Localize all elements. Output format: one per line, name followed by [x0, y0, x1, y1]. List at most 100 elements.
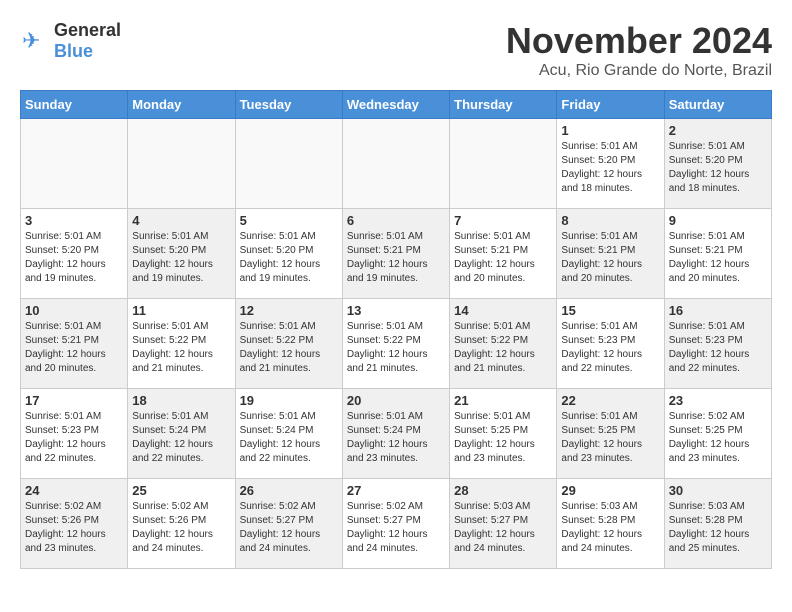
- table-row: 5 Sunrise: 5:01 AM Sunset: 5:20 PM Daylig…: [235, 209, 342, 299]
- table-row: 14 Sunrise: 5:01 AM Sunset: 5:22 PM Dayli…: [450, 299, 557, 389]
- table-row: [21, 119, 128, 209]
- table-row: 24Sunrise: 5:02 AM Sunset: 5:26 PM Dayli…: [21, 479, 128, 569]
- header-thursday: Thursday: [450, 91, 557, 119]
- day-number: 13: [347, 303, 445, 318]
- table-row: 19 Sunrise: 5:01 AM Sunset: 5:24 PM Dayli…: [235, 389, 342, 479]
- table-row: 1 Sunrise: 5:01 AM Sunset: 5:20 PM Daylig…: [557, 119, 664, 209]
- day-info: Sunrise: 5:01 AM Sunset: 5:21 PM Dayligh…: [25, 320, 123, 376]
- table-row: 7 Sunrise: 5:01 AM Sunset: 5:21 PM Daylig…: [450, 209, 557, 299]
- day-number: 7: [454, 213, 552, 228]
- table-row: [450, 119, 557, 209]
- table-row: 4 Sunrise: 5:01 AM Sunset: 5:20 PM Daylig…: [128, 209, 235, 299]
- table-row: [235, 119, 342, 209]
- table-row: 9Sunrise: 5:01 AM Sunset: 5:21 PM Daylig…: [664, 209, 771, 299]
- day-number: 15: [561, 303, 659, 318]
- day-info: Sunrise: 5:01 AM Sunset: 5:22 PM Dayligh…: [347, 320, 445, 376]
- day-info: Sunrise: 5:02 AM Sunset: 5:27 PM Dayligh…: [240, 500, 338, 556]
- table-row: 6Sunrise: 5:01 AM Sunset: 5:21 PM Daylig…: [342, 209, 449, 299]
- day-info: Sunrise: 5:02 AM Sunset: 5:26 PM Dayligh…: [25, 500, 123, 556]
- day-info: Sunrise: 5:02 AM Sunset: 5:27 PM Dayligh…: [347, 500, 445, 556]
- header-friday: Friday: [557, 91, 664, 119]
- day-info: Sunrise: 5:02 AM Sunset: 5:26 PM Dayligh…: [132, 500, 230, 556]
- day-info: Sunrise: 5:01 AM Sunset: 5:20 PM Dayligh…: [669, 140, 767, 196]
- day-info: Sunrise: 5:03 AM Sunset: 5:27 PM Dayligh…: [454, 500, 552, 556]
- day-info: Sunrise: 5:01 AM Sunset: 5:23 PM Dayligh…: [25, 410, 123, 466]
- day-info: Sunrise: 5:01 AM Sunset: 5:22 PM Dayligh…: [240, 320, 338, 376]
- day-info: Sunrise: 5:01 AM Sunset: 5:21 PM Dayligh…: [561, 230, 659, 286]
- title-section: November 2024 Acu, Rio Grande do Norte, …: [506, 20, 772, 80]
- table-row: 26 Sunrise: 5:02 AM Sunset: 5:27 PM Dayli…: [235, 479, 342, 569]
- week-row-1: 3Sunrise: 5:01 AM Sunset: 5:20 PM Daylig…: [21, 209, 772, 299]
- day-info: Sunrise: 5:01 AM Sunset: 5:20 PM Dayligh…: [561, 140, 659, 196]
- day-number: 10: [25, 303, 123, 318]
- table-row: [128, 119, 235, 209]
- week-row-0: 1 Sunrise: 5:01 AM Sunset: 5:20 PM Daylig…: [21, 119, 772, 209]
- week-row-4: 24Sunrise: 5:02 AM Sunset: 5:26 PM Dayli…: [21, 479, 772, 569]
- table-row: 28 Sunrise: 5:03 AM Sunset: 5:27 PM Dayli…: [450, 479, 557, 569]
- day-number: 20: [347, 393, 445, 408]
- table-row: 20 Sunrise: 5:01 AM Sunset: 5:24 PM Dayli…: [342, 389, 449, 479]
- header-wednesday: Wednesday: [342, 91, 449, 119]
- table-row: 16Sunrise: 5:01 AM Sunset: 5:23 PM Dayli…: [664, 299, 771, 389]
- day-info: Sunrise: 5:01 AM Sunset: 5:20 PM Dayligh…: [132, 230, 230, 286]
- table-row: 10 Sunrise: 5:01 AM Sunset: 5:21 PM Dayli…: [21, 299, 128, 389]
- header-sunday: Sunday: [21, 91, 128, 119]
- logo-general: General: [54, 20, 121, 40]
- day-number: 12: [240, 303, 338, 318]
- day-number: 26: [240, 483, 338, 498]
- table-row: 11Sunrise: 5:01 AM Sunset: 5:22 PM Dayli…: [128, 299, 235, 389]
- day-info: Sunrise: 5:03 AM Sunset: 5:28 PM Dayligh…: [561, 500, 659, 556]
- day-number: 25: [132, 483, 230, 498]
- logo: ✈ General Blue: [20, 20, 121, 62]
- calendar-subtitle: Acu, Rio Grande do Norte, Brazil: [506, 62, 772, 80]
- day-info: Sunrise: 5:01 AM Sunset: 5:22 PM Dayligh…: [454, 320, 552, 376]
- table-row: 15 Sunrise: 5:01 AM Sunset: 5:23 PM Dayli…: [557, 299, 664, 389]
- table-row: 21Sunrise: 5:01 AM Sunset: 5:25 PM Dayli…: [450, 389, 557, 479]
- table-row: 27 Sunrise: 5:02 AM Sunset: 5:27 PM Dayli…: [342, 479, 449, 569]
- day-number: 2: [669, 123, 767, 138]
- day-number: 28: [454, 483, 552, 498]
- table-row: 29 Sunrise: 5:03 AM Sunset: 5:28 PM Dayli…: [557, 479, 664, 569]
- day-info: Sunrise: 5:01 AM Sunset: 5:24 PM Dayligh…: [240, 410, 338, 466]
- day-number: 9: [669, 213, 767, 228]
- day-info: Sunrise: 5:01 AM Sunset: 5:21 PM Dayligh…: [454, 230, 552, 286]
- day-info: Sunrise: 5:01 AM Sunset: 5:24 PM Dayligh…: [132, 410, 230, 466]
- table-row: 30Sunrise: 5:03 AM Sunset: 5:28 PM Dayli…: [664, 479, 771, 569]
- day-number: 18: [132, 393, 230, 408]
- day-number: 22: [561, 393, 659, 408]
- table-row: 25 Sunrise: 5:02 AM Sunset: 5:26 PM Dayli…: [128, 479, 235, 569]
- table-row: 18 Sunrise: 5:01 AM Sunset: 5:24 PM Dayli…: [128, 389, 235, 479]
- day-number: 29: [561, 483, 659, 498]
- day-number: 27: [347, 483, 445, 498]
- week-row-3: 17 Sunrise: 5:01 AM Sunset: 5:23 PM Dayli…: [21, 389, 772, 479]
- header-saturday: Saturday: [664, 91, 771, 119]
- table-row: 23Sunrise: 5:02 AM Sunset: 5:25 PM Dayli…: [664, 389, 771, 479]
- day-info: Sunrise: 5:01 AM Sunset: 5:20 PM Dayligh…: [240, 230, 338, 286]
- table-row: 13 Sunrise: 5:01 AM Sunset: 5:22 PM Dayli…: [342, 299, 449, 389]
- day-info: Sunrise: 5:01 AM Sunset: 5:20 PM Dayligh…: [25, 230, 123, 286]
- day-info: Sunrise: 5:01 AM Sunset: 5:23 PM Dayligh…: [561, 320, 659, 376]
- calendar-table: Sunday Monday Tuesday Wednesday Thursday…: [20, 90, 772, 569]
- day-info: Sunrise: 5:01 AM Sunset: 5:24 PM Dayligh…: [347, 410, 445, 466]
- day-number: 6: [347, 213, 445, 228]
- day-number: 14: [454, 303, 552, 318]
- day-number: 5: [240, 213, 338, 228]
- weekday-header-row: Sunday Monday Tuesday Wednesday Thursday…: [21, 91, 772, 119]
- header-monday: Monday: [128, 91, 235, 119]
- page-header: ✈ General Blue November 2024 Acu, Rio Gr…: [20, 20, 772, 80]
- day-info: Sunrise: 5:01 AM Sunset: 5:23 PM Dayligh…: [669, 320, 767, 376]
- table-row: [342, 119, 449, 209]
- day-number: 1: [561, 123, 659, 138]
- week-row-2: 10 Sunrise: 5:01 AM Sunset: 5:21 PM Dayli…: [21, 299, 772, 389]
- day-number: 21: [454, 393, 552, 408]
- table-row: 3Sunrise: 5:01 AM Sunset: 5:20 PM Daylig…: [21, 209, 128, 299]
- day-number: 19: [240, 393, 338, 408]
- day-number: 11: [132, 303, 230, 318]
- day-info: Sunrise: 5:01 AM Sunset: 5:25 PM Dayligh…: [561, 410, 659, 466]
- table-row: 2 Sunrise: 5:01 AM Sunset: 5:20 PM Daylig…: [664, 119, 771, 209]
- header-tuesday: Tuesday: [235, 91, 342, 119]
- day-number: 17: [25, 393, 123, 408]
- table-row: 17 Sunrise: 5:01 AM Sunset: 5:23 PM Dayli…: [21, 389, 128, 479]
- day-number: 4: [132, 213, 230, 228]
- svg-text:✈: ✈: [22, 28, 40, 53]
